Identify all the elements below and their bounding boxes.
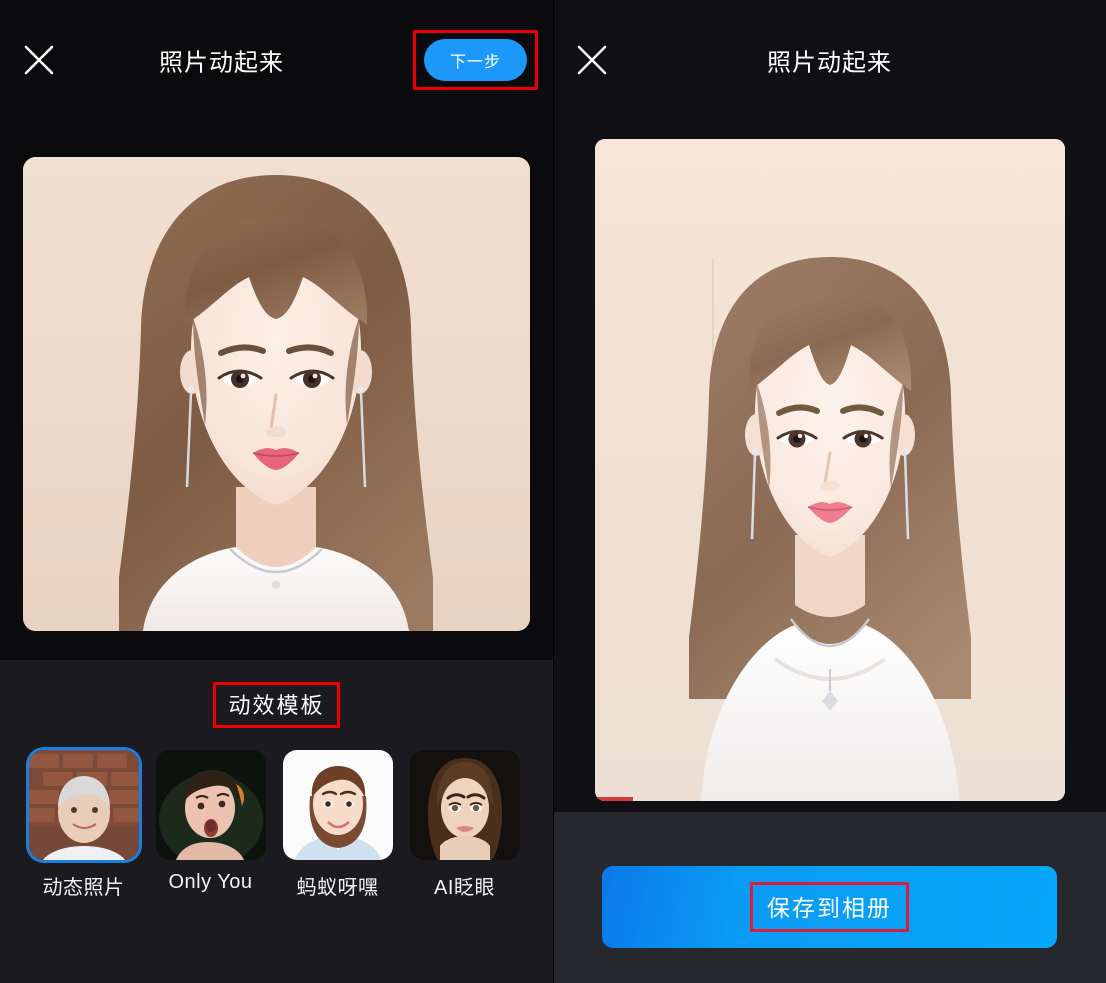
template-item-only-you[interactable]: Only You xyxy=(147,750,274,900)
template-thumbnail xyxy=(409,750,520,860)
template-thumbnail xyxy=(28,750,139,860)
source-photo[interactable] xyxy=(23,157,530,631)
next-button[interactable]: 下一步 xyxy=(423,39,527,81)
template-item-dongtai-zhaopian[interactable]: 动态照片 xyxy=(20,750,147,900)
result-photo[interactable] xyxy=(595,139,1065,801)
save-button-label: 保存到相册 xyxy=(750,882,909,932)
templates-heading-annotation: 动效模板 xyxy=(0,682,553,728)
template-item-ai-zhayan[interactable]: AI眨眼 xyxy=(401,750,528,900)
right-top-bar: 照片动起来 xyxy=(553,0,1106,120)
portrait-image-right xyxy=(595,139,1065,801)
templates-heading: 动效模板 xyxy=(213,682,340,728)
panel-divider xyxy=(553,0,554,983)
right-panel-result: 照片动起来 保存到相册 xyxy=(553,0,1106,983)
page-title: 照片动起来 xyxy=(767,49,892,77)
close-icon[interactable] xyxy=(20,41,58,79)
next-button-annotation: 下一步 xyxy=(412,30,538,90)
template-thumbnail xyxy=(282,750,393,860)
right-photo-stage xyxy=(553,120,1106,812)
motion-templates-section: 动效模板 动态照片 Only You 蚂蚁呀嘿 AI眨眼 xyxy=(0,660,553,983)
template-label: Only You xyxy=(168,871,253,893)
save-to-album-button[interactable]: 保存到相册 xyxy=(602,866,1057,948)
template-thumbnail xyxy=(155,750,266,860)
templates-list: 动态照片 Only You 蚂蚁呀嘿 AI眨眼 xyxy=(0,728,553,900)
close-icon[interactable] xyxy=(573,41,611,79)
render-progress-bar xyxy=(595,797,633,801)
left-photo-stage xyxy=(0,120,553,660)
template-item-mayi-yahei[interactable]: 蚂蚁呀嘿 xyxy=(274,750,401,900)
template-label: 蚂蚁呀嘿 xyxy=(296,877,379,899)
save-action-bar: 保存到相册 xyxy=(553,812,1106,983)
app-screen: 照片动起来 下一步 动效模板 动态照片 Only You 蚂蚁呀嘿 AI眨眼 照… xyxy=(0,0,1106,983)
left-panel-editor: 照片动起来 下一步 动效模板 动态照片 Only You 蚂蚁呀嘿 AI眨眼 xyxy=(0,0,553,983)
page-title: 照片动起来 xyxy=(159,49,284,77)
left-top-bar: 照片动起来 下一步 xyxy=(0,0,553,120)
template-label: AI眨眼 xyxy=(434,877,495,899)
portrait-image-left xyxy=(23,157,530,631)
template-label: 动态照片 xyxy=(42,877,125,899)
